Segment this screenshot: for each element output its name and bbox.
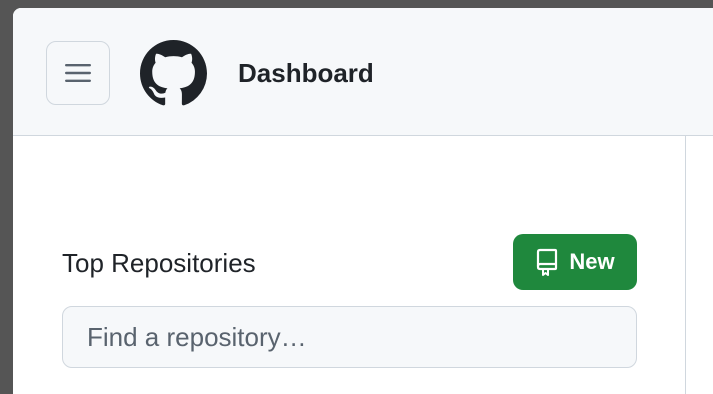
find-repository-input[interactable] bbox=[62, 306, 637, 368]
repo-icon bbox=[535, 248, 559, 276]
github-logo-icon[interactable] bbox=[140, 40, 207, 107]
new-button-label: New bbox=[569, 249, 615, 274]
menu-button[interactable] bbox=[46, 41, 110, 105]
page-title: Dashboard bbox=[238, 58, 374, 88]
new-repository-button[interactable]: New bbox=[513, 234, 637, 290]
hamburger-icon bbox=[65, 64, 91, 82]
app-window: Dashboard Top Repositories New bbox=[13, 8, 713, 394]
top-repositories-heading: Top Repositories bbox=[62, 248, 256, 278]
top-header: Dashboard bbox=[13, 8, 713, 136]
main-divider bbox=[685, 136, 686, 394]
